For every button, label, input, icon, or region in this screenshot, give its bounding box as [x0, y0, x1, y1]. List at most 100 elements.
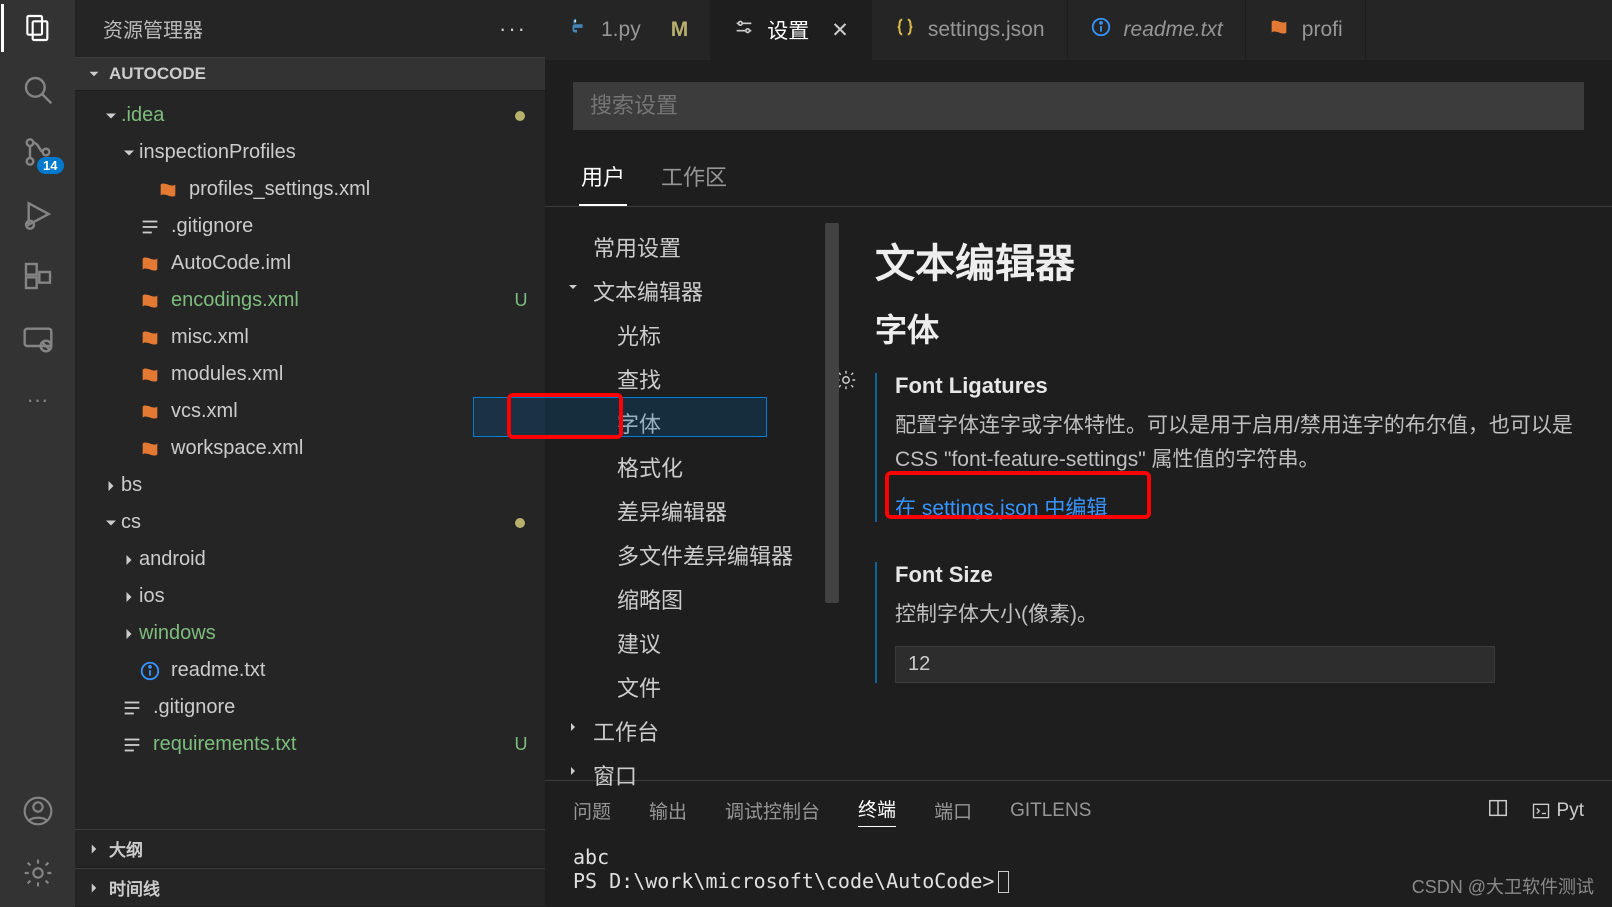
explorer-icon[interactable] [22, 12, 54, 44]
editor-tab[interactable]: 1.pyM [545, 0, 711, 60]
item-label: .idea [121, 104, 515, 127]
chevron-right-icon [119, 624, 139, 644]
file-row[interactable]: modules.xml [75, 356, 545, 393]
project-section[interactable]: AUTOCODE [75, 57, 545, 91]
folder-row[interactable]: windows [75, 615, 545, 652]
file-row[interactable]: .gitignore [75, 208, 545, 245]
watermark: CSDN @大卫软件测试 [1412, 873, 1594, 899]
timeline-label: 时间线 [109, 875, 160, 900]
panel-output[interactable]: 输出 [649, 797, 687, 824]
item-label: misc.xml [171, 326, 533, 349]
run-debug-icon[interactable] [22, 198, 54, 230]
item-label: cs [121, 511, 515, 534]
terminal-lang-icon[interactable]: Pyt [1531, 800, 1584, 822]
editor-area: 1.pyM 设置 ✕ settings.jsonreadme.txtprofi 用户 … [545, 0, 1612, 907]
scope-user-tab[interactable]: 用户 [579, 152, 627, 206]
file-tree[interactable]: .idea inspectionProfilesprofiles_settings… [75, 91, 545, 829]
toc-workbench[interactable]: 工作台 [545, 709, 839, 753]
setting-title: Font Size [895, 562, 1612, 588]
chevron-right-icon [119, 550, 139, 570]
editor-tab[interactable]: 设置 ✕ [711, 0, 872, 60]
toc-minimap[interactable]: 缩略图 [545, 577, 839, 621]
settings-search-input[interactable] [573, 82, 1584, 130]
scope-workspace-tab[interactable]: 工作区 [659, 152, 729, 206]
info-file-icon [139, 660, 161, 682]
remote-icon[interactable] [22, 322, 54, 354]
settings-content: 文本编辑器 字体 Font Ligatures 配置字体连字或字体特性。可以是用… [839, 207, 1612, 780]
settings-editor: 用户 工作区 常用设置 文本编辑器 光标 查找 字体 格式化 差异编辑器 多文件 [545, 60, 1612, 780]
setting-font-ligatures: Font Ligatures 配置字体连字或字体特性。可以是用于启用/禁用连字的… [875, 373, 1612, 522]
file-row[interactable]: misc.xml [75, 319, 545, 356]
bottom-panel: 问题 输出 调试控制台 终端 端口 GITLENS Pyt abc PS D:\… [545, 780, 1612, 907]
file-row[interactable]: workspace.xml [75, 430, 545, 467]
panel-gitlens[interactable]: GITLENS [1010, 800, 1091, 822]
setting-description: 配置字体连字或字体特性。可以是用于启用/禁用连字的布尔值，也可以是 CSS "f… [895, 409, 1612, 476]
toc-text-editor[interactable]: 文本编辑器 [545, 269, 839, 313]
xml-file-icon [139, 364, 161, 386]
toc-common[interactable]: 常用设置 [545, 225, 839, 269]
account-icon[interactable] [22, 795, 54, 827]
search-icon[interactable] [22, 74, 54, 106]
close-icon[interactable]: ✕ [831, 18, 849, 43]
editor-tab[interactable]: readme.txt [1068, 0, 1246, 60]
folder-row[interactable]: cs [75, 504, 545, 541]
xml-file-icon [139, 327, 161, 349]
outline-section[interactable]: 大纲 [75, 829, 545, 868]
toc-diff[interactable]: 差异编辑器 [545, 489, 839, 533]
panel-ports[interactable]: 端口 [934, 797, 972, 824]
folder-row[interactable]: bs [75, 467, 545, 504]
folder-row[interactable]: android [75, 541, 545, 578]
file-row[interactable]: AutoCode.iml [75, 245, 545, 282]
panel-debug[interactable]: 调试控制台 [725, 797, 820, 824]
file-row[interactable]: requirements.txtU [75, 726, 545, 763]
xml-icon [1268, 16, 1290, 44]
sidebar-more-icon[interactable]: ··· [499, 16, 527, 42]
source-control-icon[interactable]: 14 [22, 136, 54, 168]
gear-icon[interactable] [839, 369, 857, 396]
toc-scrollbar[interactable] [825, 223, 839, 603]
split-panel-icon[interactable] [1487, 797, 1509, 825]
file-row[interactable]: .gitignore [75, 689, 545, 726]
folder-row[interactable]: ios [75, 578, 545, 615]
folder-row[interactable]: .idea [75, 97, 545, 134]
editor-tab[interactable]: settings.json [872, 0, 1068, 60]
toc-font[interactable]: 字体 [545, 401, 839, 445]
item-label: bs [121, 474, 533, 497]
chevron-down-icon [85, 65, 103, 83]
terminal-line: abc [573, 845, 1584, 869]
editor-tabs: 1.pyM 设置 ✕ settings.jsonreadme.txtprofi [545, 0, 1612, 60]
file-row[interactable]: vcs.xml [75, 393, 545, 430]
modified-dot-icon [515, 111, 525, 121]
toc-suggest[interactable]: 建议 [545, 621, 839, 665]
item-label: android [139, 548, 533, 571]
file-row[interactable]: encodings.xmlU [75, 282, 545, 319]
toc-files[interactable]: 文件 [545, 665, 839, 709]
setting-description: 控制字体大小(像素)。 [895, 598, 1612, 632]
toc-format[interactable]: 格式化 [545, 445, 839, 489]
settings-icon [733, 16, 755, 44]
toc-multidiff[interactable]: 多文件差异编辑器 [545, 533, 839, 577]
editor-tab[interactable]: profi [1246, 0, 1366, 60]
toc-window[interactable]: 窗口 [545, 753, 839, 797]
font-size-input[interactable] [895, 646, 1495, 683]
sidebar-title: 资源管理器 [103, 14, 203, 43]
xml-file-icon [139, 290, 161, 312]
git-status: U [509, 734, 533, 755]
timeline-section[interactable]: 时间线 [75, 868, 545, 907]
toc-cursor[interactable]: 光标 [545, 313, 839, 357]
panel-problems[interactable]: 问题 [573, 797, 611, 824]
tab-label: 设置 [767, 15, 809, 45]
toc-find[interactable]: 查找 [545, 357, 839, 401]
edit-in-settings-json-link[interactable]: 在 settings.json 中编辑 [895, 492, 1107, 522]
extensions-icon[interactable] [22, 260, 54, 292]
more-icon[interactable]: ··· [22, 384, 54, 416]
scope-tabs: 用户 工作区 [545, 142, 1612, 207]
settings-icon[interactable] [22, 857, 54, 889]
modified-indicator: M [671, 18, 689, 42]
panel-terminal[interactable]: 终端 [858, 795, 896, 827]
chevron-right-icon [119, 587, 139, 607]
file-row[interactable]: profiles_settings.xml [75, 171, 545, 208]
heading-font: 字体 [875, 305, 1612, 351]
folder-row[interactable]: inspectionProfiles [75, 134, 545, 171]
file-row[interactable]: readme.txt [75, 652, 545, 689]
